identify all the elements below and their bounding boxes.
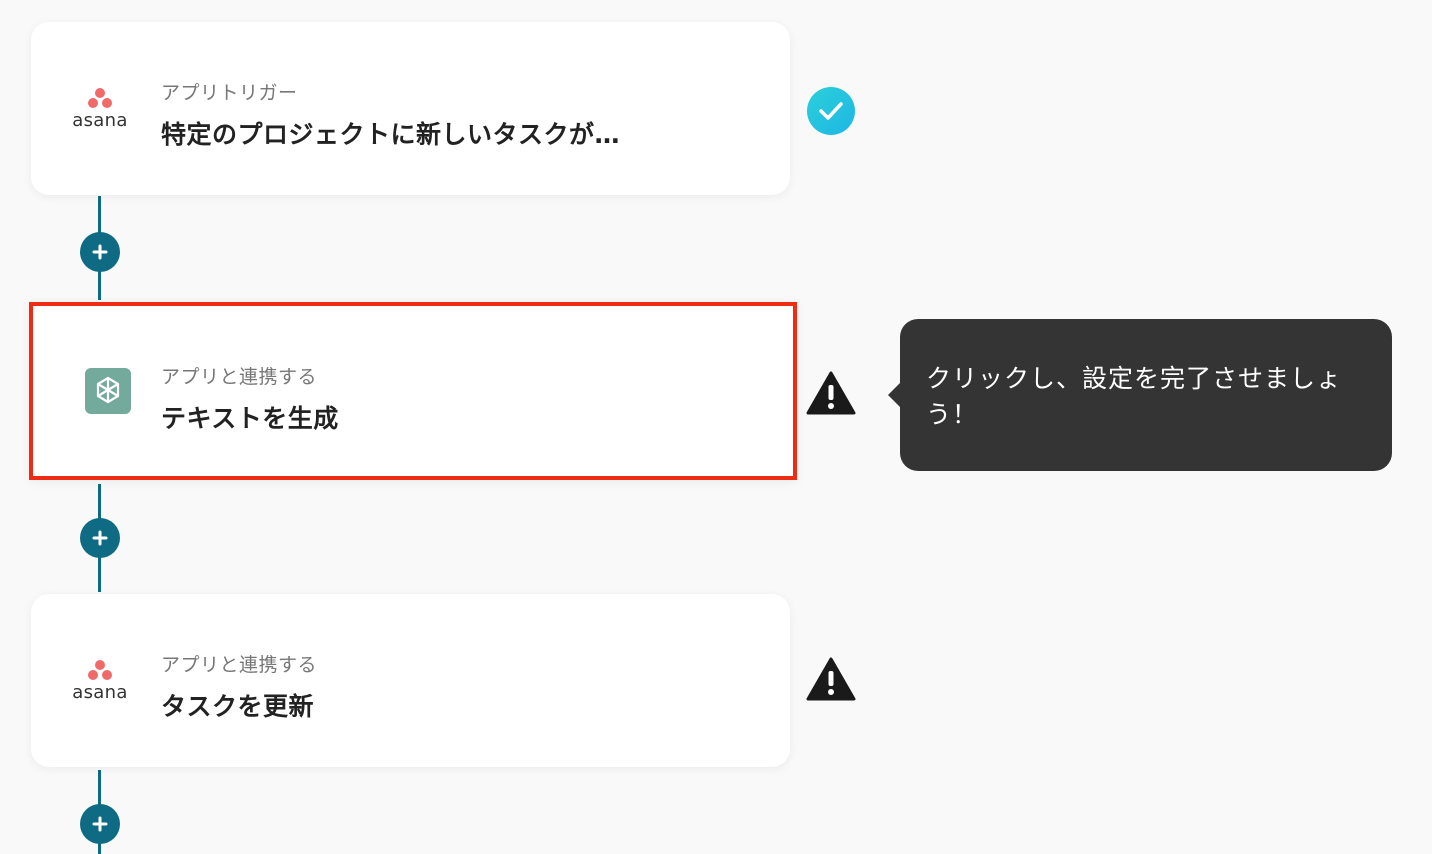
step-subtitle: アプリと連携する (161, 366, 318, 388)
add-step-button[interactable] (80, 518, 120, 558)
step-title: 特定のプロジェクトに新しいタスクが… (161, 120, 621, 149)
step-card-generate-text[interactable]: アプリと連携する テキストを生成 (29, 302, 797, 480)
step-status-complete (806, 86, 856, 136)
add-step-button[interactable] (80, 232, 120, 272)
warning-triangle-icon (806, 371, 856, 415)
setup-hint-tooltip: クリックし、設定を完了させましょう！ (888, 319, 1392, 471)
step-title: タスクを更新 (161, 692, 315, 721)
check-circle-icon (807, 87, 855, 135)
step-status-warning (806, 654, 856, 704)
plus-icon (92, 244, 108, 260)
add-step-button[interactable] (80, 804, 120, 844)
chatgpt-logo-icon (77, 368, 139, 414)
step-card-trigger[interactable]: asana アプリトリガー 特定のプロジェクトに新しいタスクが… (31, 22, 790, 195)
asana-logo-icon: asana (69, 659, 131, 703)
step-subtitle: アプリと連携する (161, 654, 318, 676)
step-subtitle: アプリトリガー (161, 82, 298, 104)
plus-icon (92, 816, 108, 832)
step-card-update-task[interactable]: asana アプリと連携する タスクを更新 (31, 594, 790, 767)
step-status-warning (806, 368, 856, 418)
app-name: asana (72, 109, 128, 131)
app-name: asana (72, 681, 128, 703)
tooltip-text: クリックし、設定を完了させましょう！ (926, 364, 1343, 429)
plus-icon (92, 530, 108, 546)
warning-triangle-icon (806, 657, 856, 701)
step-title: テキストを生成 (161, 404, 339, 433)
asana-logo-icon: asana (69, 87, 131, 131)
